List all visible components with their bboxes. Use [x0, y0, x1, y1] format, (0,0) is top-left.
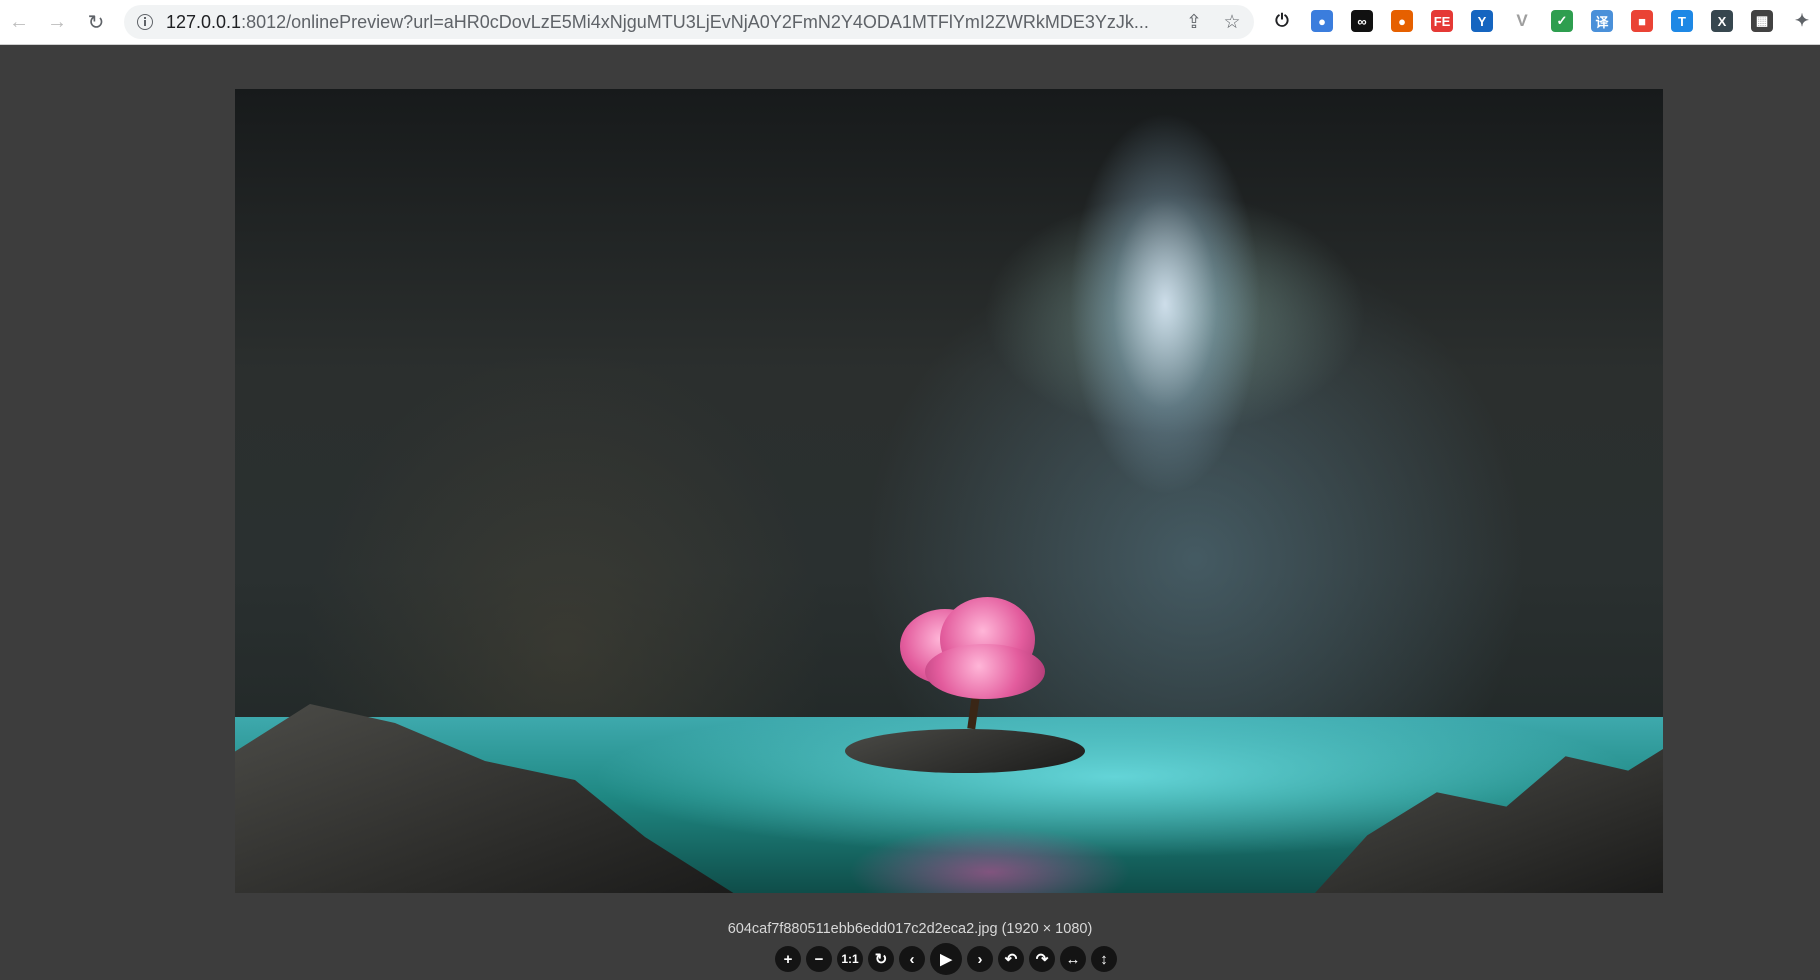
zoom-out-button[interactable]: − [806, 946, 832, 972]
shield-check-icon[interactable]: ✓ [1551, 10, 1573, 32]
t-icon[interactable]: T [1671, 10, 1693, 32]
plus-icon: + [783, 950, 793, 968]
browser-toolbar: ← → ↻ 127.0.0.1:8012/onlinePreview?url=a… [0, 0, 1820, 45]
address-bar[interactable]: 127.0.0.1:8012/onlinePreview?url=aHR0cDo… [124, 5, 1254, 39]
vuejs-icon[interactable]: V [1511, 10, 1533, 32]
flip-horizontal-button[interactable]: ↔ [1060, 946, 1086, 972]
grid-translate-icon[interactable]: 译 [1591, 10, 1613, 32]
flip-horizontal-icon: ↔ [1065, 950, 1081, 968]
reset-button[interactable]: ↻ [868, 946, 894, 972]
x-icon[interactable]: X [1711, 10, 1733, 32]
reload-icon[interactable]: ↻ [83, 9, 109, 35]
rotate-right-button[interactable]: ↷ [1029, 946, 1055, 972]
colorful-squares-icon[interactable]: ■ [1631, 10, 1653, 32]
play-button[interactable]: ▶ [930, 943, 962, 975]
rotate-left-button[interactable]: ↶ [998, 946, 1024, 972]
honey-icon[interactable]: ● [1311, 10, 1333, 32]
share-icon[interactable]: ⇪ [1183, 11, 1205, 33]
flip-vertical-icon: ↕ [1100, 950, 1108, 968]
site-info-icon[interactable] [137, 14, 153, 30]
chevron-left-icon: ‹ [909, 950, 915, 968]
fe-icon[interactable]: FE [1431, 10, 1453, 32]
one-to-one-icon: 1:1 [841, 952, 859, 966]
infinity-icon[interactable]: ∞ [1351, 10, 1373, 32]
rotate-right-icon: ↷ [1035, 951, 1049, 968]
viewer-toolbar: + − 1:1 ↻ ‹ ▶ › ↶ ↷ ↔ ↕ [775, 943, 1117, 976]
tree-blossom [925, 644, 1045, 699]
firefox-icon[interactable]: ● [1391, 10, 1413, 32]
flip-vertical-button[interactable]: ↕ [1091, 946, 1117, 972]
forward-arrow-icon[interactable]: → [44, 9, 70, 35]
minus-icon: − [814, 950, 824, 968]
back-arrow-icon[interactable]: ← [6, 9, 32, 35]
zoom-in-button[interactable]: + [775, 946, 801, 972]
image-caption: 604caf7f880511ebb6edd017c2d2eca2.jpg (19… [727, 921, 1093, 937]
reset-icon: ↻ [874, 951, 888, 968]
prev-button[interactable]: ‹ [899, 946, 925, 972]
one-to-one-button[interactable]: 1:1 [837, 946, 863, 972]
qr-code-icon[interactable]: ▦ [1751, 10, 1773, 32]
bookmark-star-icon[interactable]: ☆ [1221, 11, 1243, 33]
vue-devtools-icon[interactable]: Y [1471, 10, 1493, 32]
next-button[interactable]: › [967, 946, 993, 972]
rotate-left-icon: ↶ [1004, 951, 1018, 968]
island-rock [845, 729, 1085, 773]
url-text[interactable]: 127.0.0.1:8012/onlinePreview?url=aHR0cDo… [166, 13, 1166, 32]
preview-image [235, 89, 1663, 893]
power-icon[interactable]: ⏻ [1271, 10, 1293, 32]
puzzle-icon[interactable]: ✦ [1791, 10, 1813, 32]
chevron-right-icon: › [977, 950, 983, 968]
play-icon: ▶ [940, 951, 952, 968]
